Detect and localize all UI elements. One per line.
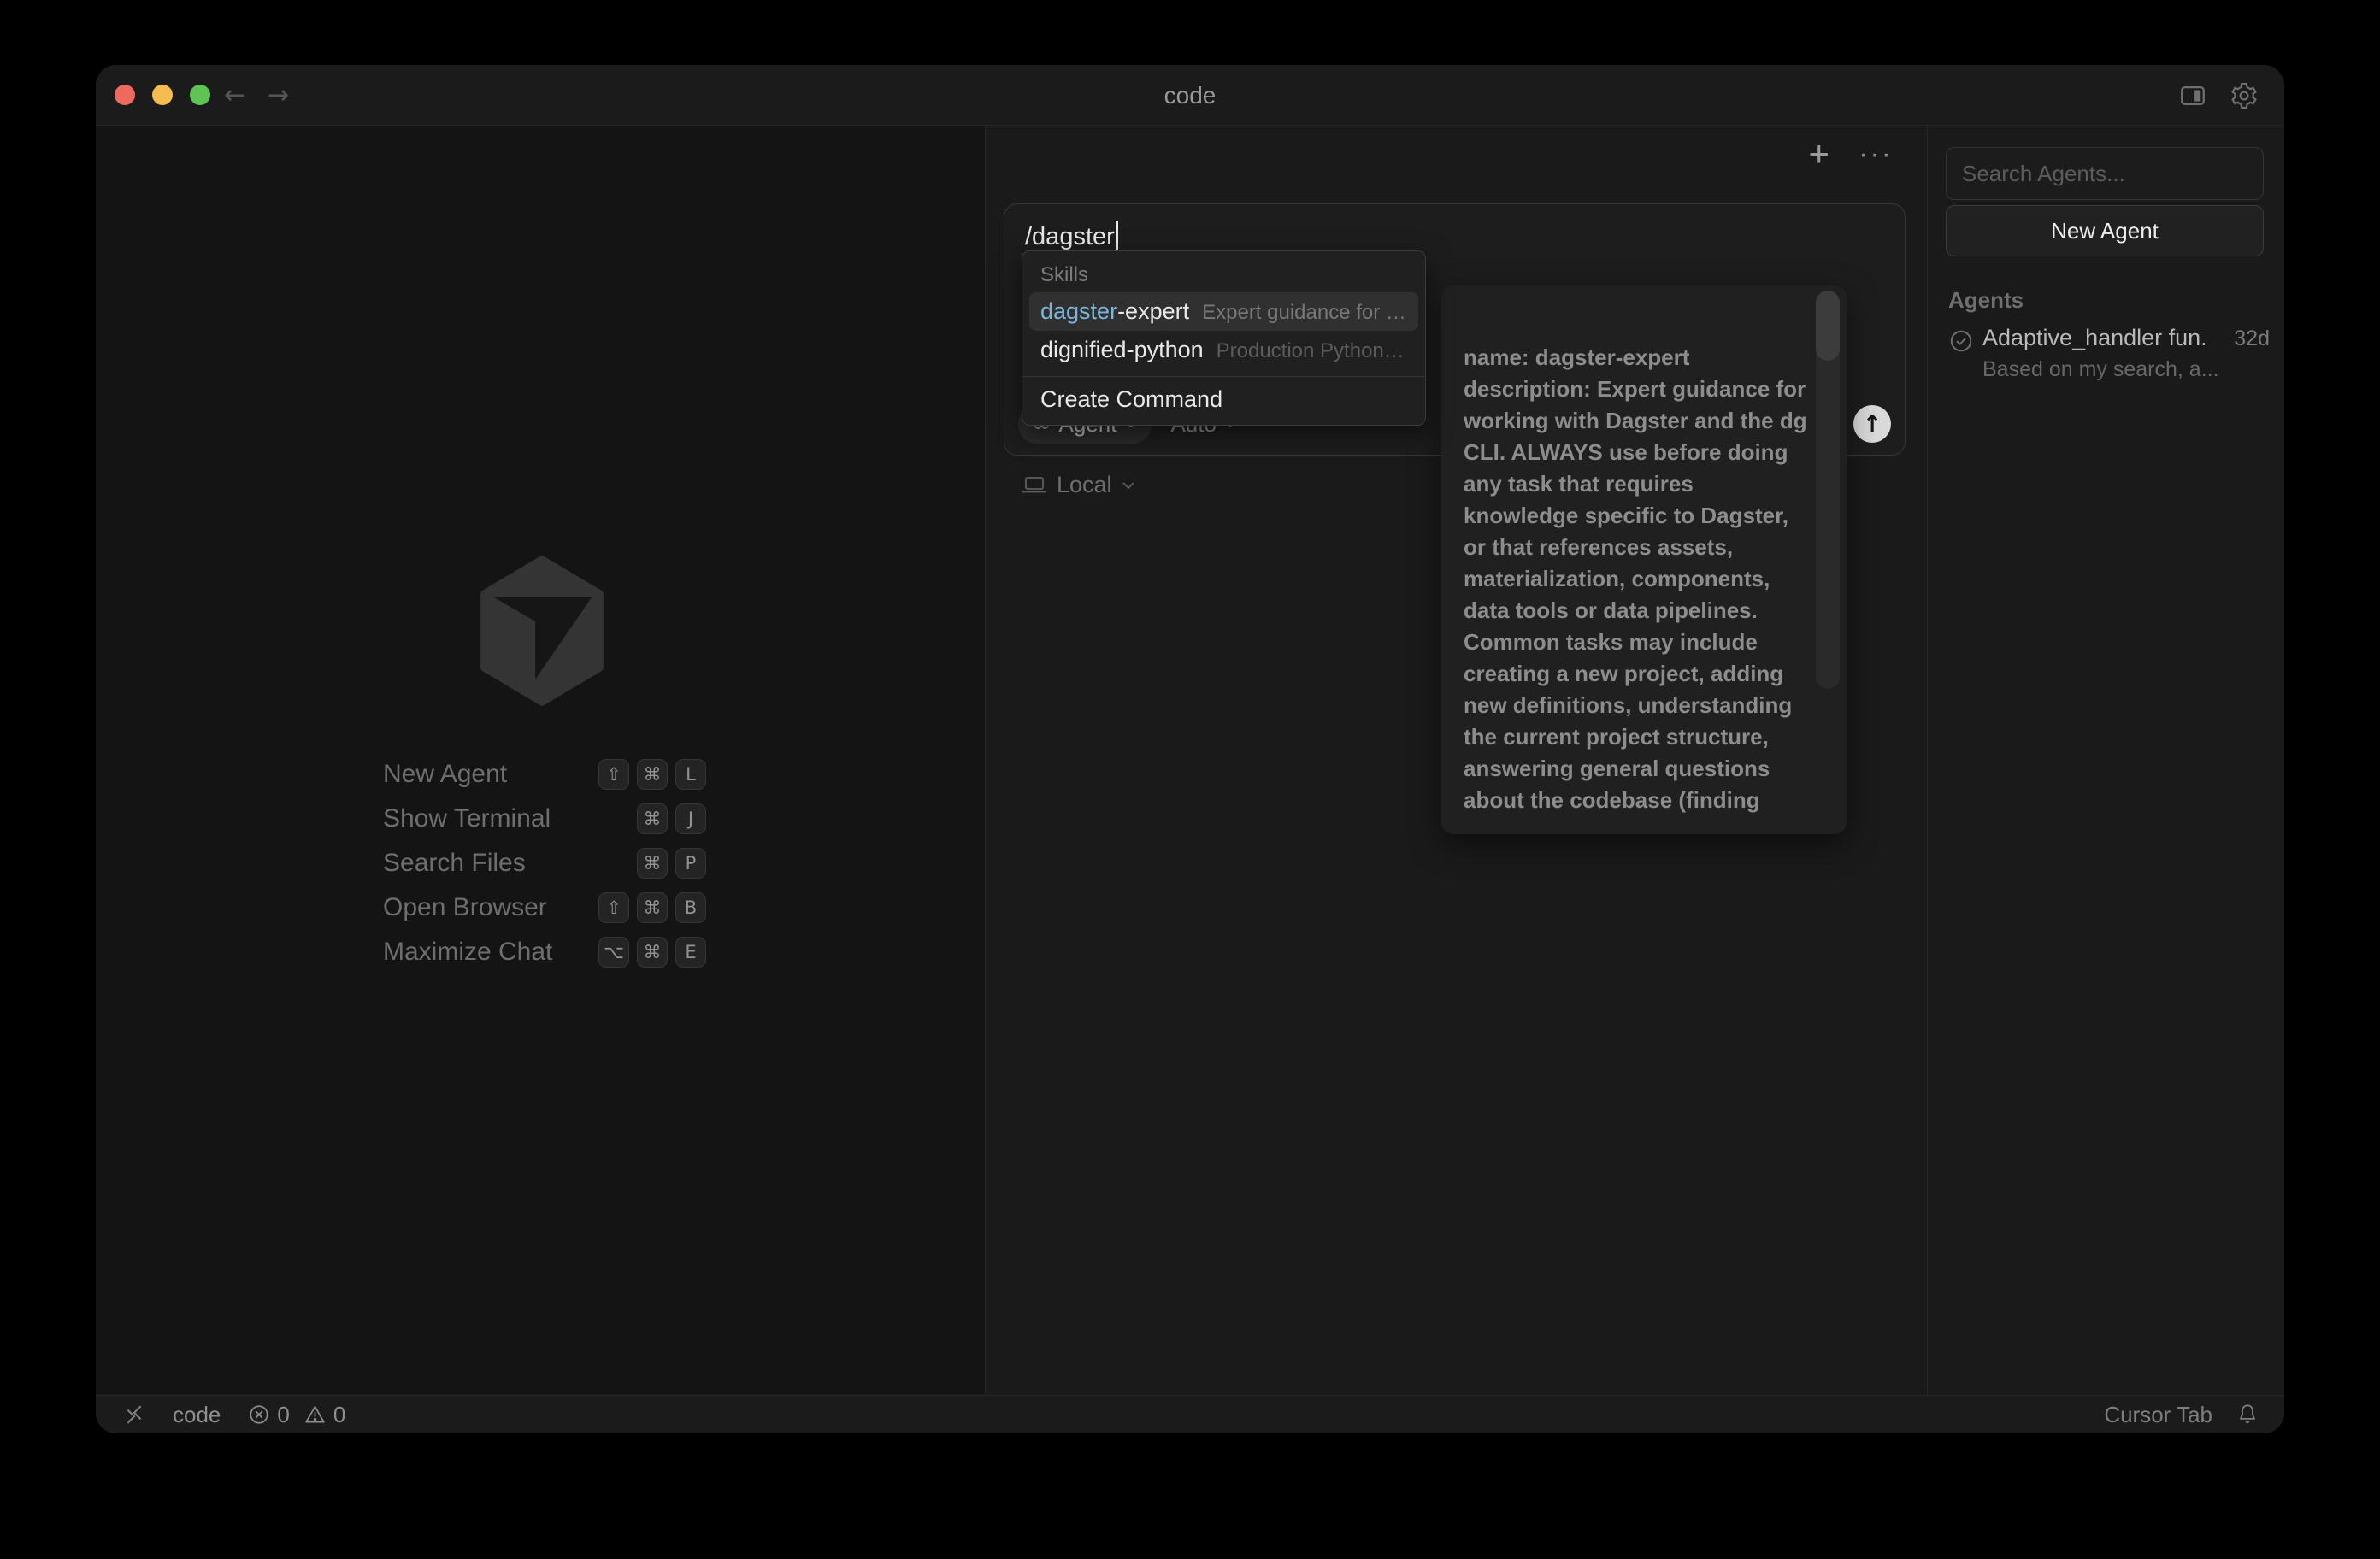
new-agent-button[interactable]: New Agent — [1946, 205, 2264, 256]
create-command-item[interactable]: Create Command — [1022, 377, 1425, 425]
shortcut-row: New Agent ⇧ ⌘ L — [383, 752, 706, 797]
runtime-selector[interactable]: Local — [1022, 472, 1135, 498]
shortcut-row: Open Browser ⇧ ⌘ B — [383, 885, 706, 930]
chevron-down-icon — [1122, 481, 1135, 490]
check-circle-icon — [1948, 328, 1974, 354]
keycap-shift: ⇧ — [598, 892, 629, 923]
agents-sidebar: New Agent Agents Adaptive_handler fun...… — [1927, 126, 2283, 1394]
keycap-cmd: ⌘ — [637, 803, 668, 834]
agent-list-item[interactable]: Adaptive_handler fun... 32d Based on my … — [1941, 320, 2271, 393]
shortcut-row: Maximize Chat ⌥ ⌘ E — [383, 930, 706, 974]
shortcut-label: New Agent — [383, 760, 507, 789]
keycap-letter: E — [675, 937, 706, 968]
agent-age: 32d — [2234, 327, 2270, 351]
keycap-cmd: ⌘ — [637, 892, 668, 923]
keycap-letter: L — [675, 759, 706, 790]
keycap-shift: ⇧ — [598, 759, 629, 790]
keycap-letter: P — [675, 848, 706, 879]
remote-indicator-icon[interactable] — [123, 1403, 145, 1426]
agents-section-title: Agents — [1948, 287, 2024, 314]
agent-title: Adaptive_handler fun... — [1982, 325, 2205, 351]
keycap-letter: J — [675, 803, 706, 834]
keycap-option: ⌥ — [598, 937, 629, 968]
cursor-logo-icon — [474, 555, 610, 707]
status-bar: code 0 — [96, 1395, 2284, 1433]
runtime-label: Local — [1057, 472, 1112, 498]
send-button[interactable]: ↑ — [1853, 405, 1891, 443]
dropdown-section-header: Skills — [1022, 256, 1425, 292]
gear-icon[interactable] — [2230, 81, 2259, 110]
dropdown-item-description: Expert guidance for wo... — [1202, 301, 1407, 325]
dropdown-item-dagster-expert[interactable]: dagster-expert Expert guidance for wo... — [1029, 292, 1418, 331]
shortcut-list: New Agent ⇧ ⌘ L Show Terminal ⌘ J — [383, 752, 706, 974]
keycap-letter: B — [675, 892, 706, 923]
keycap-cmd: ⌘ — [637, 937, 668, 968]
error-count: 0 — [277, 1402, 289, 1428]
shortcut-label: Maximize Chat — [383, 938, 552, 967]
shortcut-row: Show Terminal ⌘ J — [383, 797, 706, 841]
shortcut-row: Search Files ⌘ P — [383, 841, 706, 885]
new-chat-icon[interactable]: + — [1809, 137, 1830, 171]
laptop-icon — [1022, 475, 1047, 496]
keycap-cmd: ⌘ — [637, 848, 668, 879]
dropdown-item-dignified-python[interactable]: dignified-python Production Python c... — [1029, 331, 1418, 369]
chat-panel: + ··· /dagster ∞ Agent — [986, 126, 1927, 1394]
more-options-icon[interactable]: ··· — [1859, 137, 1893, 171]
titlebar: ← → code — [96, 65, 2284, 126]
search-agents-input[interactable] — [1946, 147, 2264, 200]
warning-icon — [303, 1403, 327, 1426]
problems-indicator[interactable]: 0 0 — [248, 1402, 351, 1428]
keycap-cmd: ⌘ — [637, 759, 668, 790]
shortcut-label: Open Browser — [383, 893, 547, 922]
command-dropdown: Skills dagster-expert Expert guidance fo… — [1022, 250, 1426, 426]
editor-welcome-pane: New Agent ⇧ ⌘ L Show Terminal ⌘ J — [96, 126, 986, 1394]
warning-count: 0 — [333, 1402, 345, 1428]
toggle-panel-icon[interactable] — [2178, 81, 2207, 110]
agent-subtitle: Based on my search, a... — [1982, 357, 2219, 382]
app-window: ← → code — [96, 65, 2284, 1433]
shortcut-label: Show Terminal — [383, 804, 551, 833]
skill-preview-tooltip: name: dagster-expert description: Expert… — [1441, 285, 1847, 834]
workspace-name[interactable]: code — [173, 1402, 221, 1428]
chat-input-text: /dagster — [1025, 221, 1118, 252]
arrow-up-icon: ↑ — [1863, 411, 1882, 438]
cursor-tab-status[interactable]: Cursor Tab — [2104, 1402, 2212, 1428]
scrollbar[interactable] — [1816, 291, 1840, 689]
error-icon — [248, 1403, 270, 1426]
text-cursor — [1116, 221, 1118, 252]
scrollbar-thumb[interactable] — [1816, 291, 1840, 361]
shortcut-label: Search Files — [383, 849, 526, 878]
bell-icon[interactable] — [2236, 1403, 2259, 1427]
skill-description-text: name: dagster-expert description: Expert… — [1464, 342, 1807, 816]
dropdown-item-description: Production Python c... — [1217, 339, 1407, 363]
desktop-background: ← → code — [0, 0, 2380, 1559]
window-title: code — [96, 65, 2284, 126]
